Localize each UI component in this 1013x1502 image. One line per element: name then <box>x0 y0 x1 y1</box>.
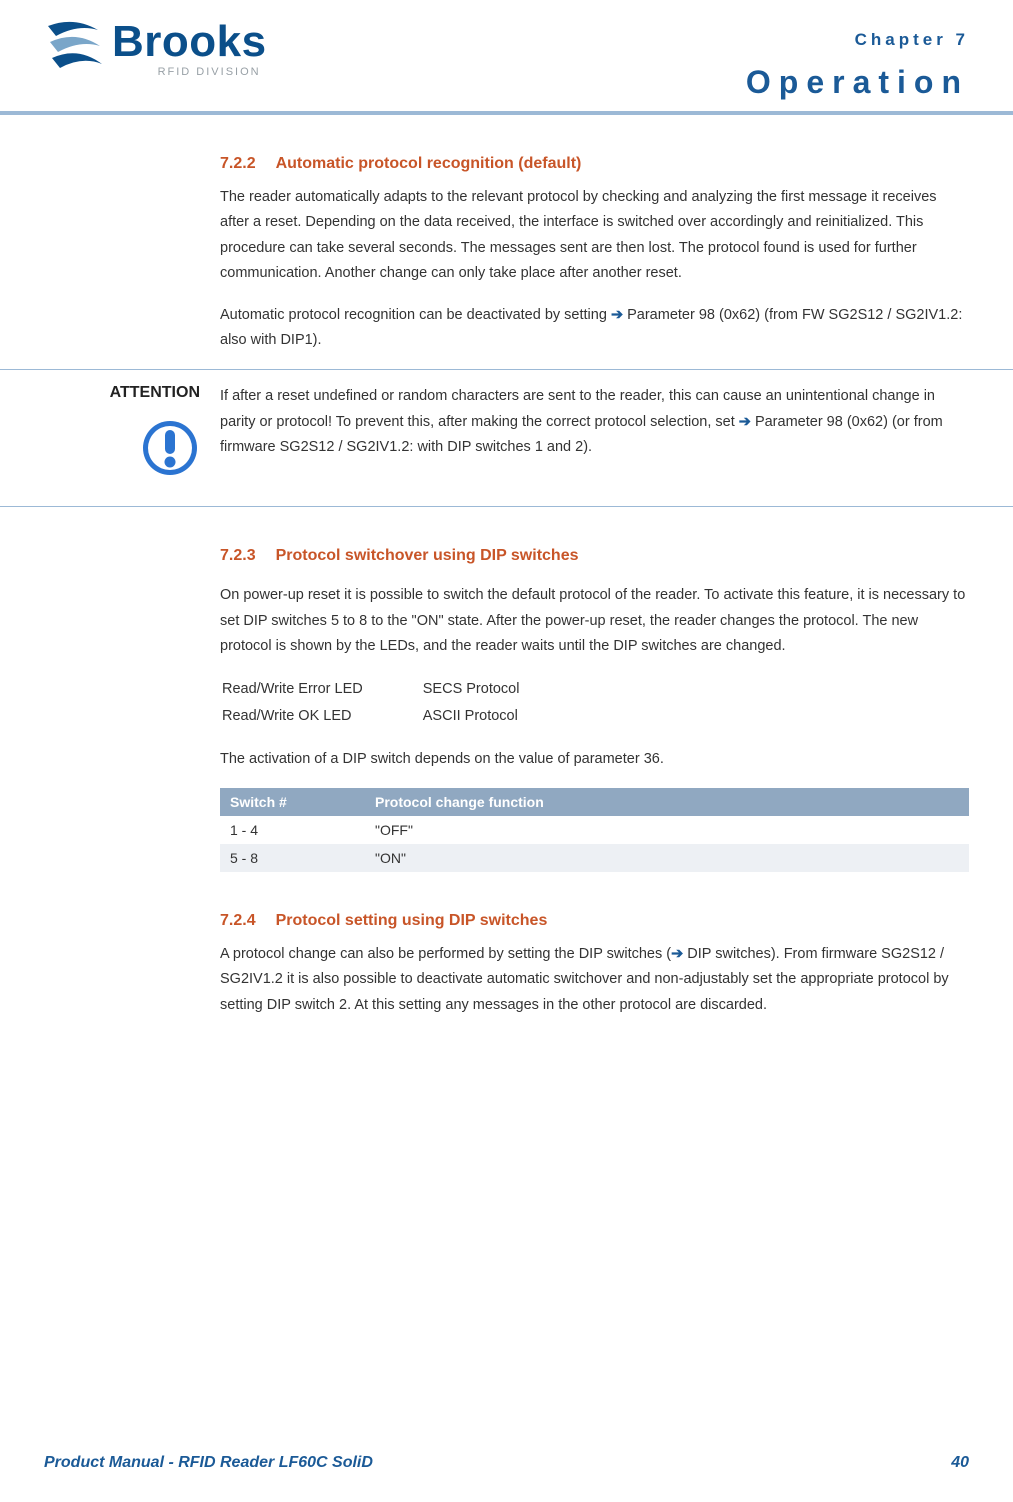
brand-name: Brooks <box>112 20 267 64</box>
protocol-name: SECS Protocol <box>423 677 578 702</box>
cell: 5 - 8 <box>220 844 365 872</box>
arrow-icon: ➔ <box>739 414 751 430</box>
footer-title: Product Manual - RFID Reader LF60C SoliD <box>44 1454 373 1472</box>
section-number: 7.2.4 <box>220 912 256 930</box>
section-number: 7.2.3 <box>220 547 256 565</box>
attention-note: ATTENTION If after a reset undefined or … <box>0 369 1013 507</box>
page-header: Brooks RFID DIVISION Chapter 7 Operation <box>44 20 969 101</box>
page-number: 40 <box>951 1454 969 1472</box>
paragraph: The activation of a DIP switch depends o… <box>220 747 969 772</box>
section-title: Protocol setting using DIP switches <box>276 912 548 929</box>
section-title: Automatic protocol recognition (default) <box>276 155 582 172</box>
cell: 1 - 4 <box>220 816 365 844</box>
section-7-2-2-heading: 7.2.2 Automatic protocol recognition (def… <box>220 155 969 173</box>
attention-body: If after a reset undefined or random cha… <box>220 384 969 482</box>
arrow-icon: ➔ <box>671 946 683 962</box>
section-title: Protocol switchover using DIP switches <box>276 547 579 564</box>
paragraph: A protocol change can also be performed … <box>220 942 969 1018</box>
table-row: 1 - 4 "OFF" <box>220 816 969 844</box>
section-7-2-3-heading: 7.2.3 Protocol switchover using DIP switc… <box>220 547 969 565</box>
brand-tagline: RFID DIVISION <box>112 66 267 78</box>
paragraph: On power-up reset it is possible to swit… <box>220 583 969 659</box>
list-item: Read/Write OK LED ASCII Protocol <box>222 704 577 729</box>
led-protocol-list: Read/Write Error LED SECS Protocol Read/… <box>220 675 579 730</box>
dip-switch-table: Switch # Protocol change function 1 - 4 … <box>220 788 969 872</box>
cell: "ON" <box>365 844 969 872</box>
text: A protocol change can also be performed … <box>220 946 671 962</box>
attention-icon <box>140 418 200 482</box>
list-item: Read/Write Error LED SECS Protocol <box>222 677 577 702</box>
text: Automatic protocol recognition can be de… <box>220 307 611 323</box>
led-name: Read/Write Error LED <box>222 677 421 702</box>
section-7-2-4-heading: 7.2.4 Protocol setting using DIP switches <box>220 912 969 930</box>
chapter-label: Chapter 7 <box>746 30 969 50</box>
chapter-block: Chapter 7 Operation <box>746 20 969 101</box>
table-row: 5 - 8 "ON" <box>220 844 969 872</box>
paragraph: The reader automatically adapts to the r… <box>220 185 969 287</box>
header-rule <box>0 111 1013 115</box>
page-footer: Product Manual - RFID Reader LF60C SoliD… <box>44 1454 969 1472</box>
table-header: Protocol change function <box>365 788 969 816</box>
paragraph: Automatic protocol recognition can be de… <box>220 303 969 354</box>
table-header: Switch # <box>220 788 365 816</box>
brooks-swoosh-icon <box>44 20 104 78</box>
section-number: 7.2.2 <box>220 155 256 173</box>
attention-label: ATTENTION <box>44 384 200 402</box>
logo: Brooks RFID DIVISION <box>44 20 267 78</box>
cell: "OFF" <box>365 816 969 844</box>
protocol-name: ASCII Protocol <box>423 704 578 729</box>
led-name: Read/Write OK LED <box>222 704 421 729</box>
arrow-icon: ➔ <box>611 307 623 323</box>
chapter-title: Operation <box>746 64 969 101</box>
